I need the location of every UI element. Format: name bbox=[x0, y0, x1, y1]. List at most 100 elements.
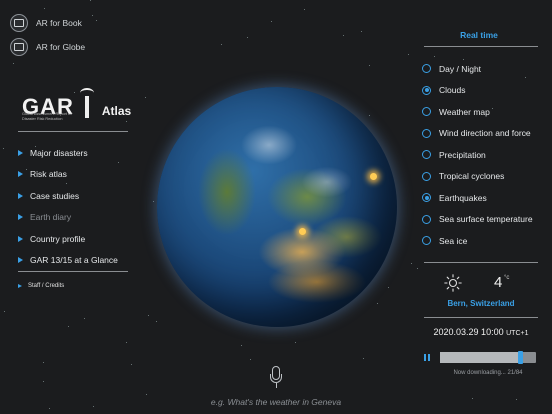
ar-for-book-button[interactable]: AR for Book bbox=[10, 14, 82, 32]
star bbox=[3, 148, 4, 149]
ar-for-globe-button[interactable]: AR for Globe bbox=[10, 38, 85, 56]
layer-option-label: Earthquakes bbox=[439, 192, 487, 203]
star bbox=[417, 268, 418, 269]
pause-icon[interactable] bbox=[424, 354, 430, 361]
layer-option-earthquakes[interactable]: Earthquakes bbox=[422, 187, 538, 209]
timeline-slider[interactable] bbox=[440, 351, 536, 364]
layer-option-day-night[interactable]: Day / Night bbox=[422, 58, 538, 80]
layer-option-label: Clouds bbox=[439, 85, 466, 96]
star bbox=[434, 56, 435, 57]
star bbox=[363, 358, 364, 359]
triangle-right-icon bbox=[18, 214, 23, 221]
download-status: Now downloading... 21/84 bbox=[453, 370, 523, 376]
star bbox=[145, 97, 146, 98]
voice-query-hint[interactable]: e.g. What's the weather in Geneva bbox=[160, 397, 392, 407]
current-datetime: 2020.03.29 10:00 UTC+1 bbox=[424, 327, 538, 337]
radio-button-icon[interactable] bbox=[422, 150, 431, 160]
menu-item-label: GAR 13/15 at a Glance bbox=[30, 255, 118, 266]
menu-item-major-disasters[interactable]: Major disasters bbox=[18, 142, 128, 164]
star bbox=[343, 35, 344, 36]
temperature-unit: °c bbox=[504, 275, 510, 281]
timezone-label: UTC+1 bbox=[506, 330, 529, 337]
star bbox=[126, 121, 127, 122]
ar-book-icon bbox=[10, 14, 28, 32]
datetime-value: 2020.03.29 10:00 bbox=[433, 327, 504, 337]
star bbox=[93, 406, 94, 407]
layer-option-label: Day / Night bbox=[439, 63, 482, 74]
menu-item-gar-at-a-glance[interactable]: GAR 13/15 at a Glance bbox=[18, 250, 128, 272]
menu-item-case-studies[interactable]: Case studies bbox=[18, 185, 128, 207]
menu-item-country-profile[interactable]: Country profile bbox=[18, 228, 128, 250]
star bbox=[241, 345, 242, 346]
menu-divider-top bbox=[18, 131, 128, 132]
sun-icon bbox=[444, 274, 462, 292]
triangle-right-icon bbox=[18, 192, 23, 199]
star bbox=[516, 399, 517, 400]
star bbox=[43, 362, 44, 363]
star bbox=[146, 394, 147, 395]
timeline-progress bbox=[440, 352, 521, 363]
ar-for-globe-label: AR for Globe bbox=[36, 42, 86, 52]
star bbox=[13, 63, 14, 64]
layer-option-label: Weather map bbox=[439, 106, 490, 117]
radio-button-icon[interactable] bbox=[422, 85, 431, 95]
star bbox=[388, 287, 389, 288]
layer-option-clouds[interactable]: Clouds bbox=[422, 80, 538, 102]
radio-button-icon[interactable] bbox=[422, 171, 431, 181]
triangle-right-icon bbox=[18, 171, 23, 178]
star bbox=[271, 21, 272, 22]
layer-option-wind-direction-and-force[interactable]: Wind direction and force bbox=[422, 123, 538, 145]
layer-option-precipitation[interactable]: Precipitation bbox=[422, 144, 538, 166]
earth-globe[interactable] bbox=[157, 87, 397, 327]
ar-for-book-label: AR for Book bbox=[36, 18, 82, 28]
star bbox=[377, 303, 378, 304]
star bbox=[411, 263, 412, 264]
layer-option-weather-map[interactable]: Weather map bbox=[422, 101, 538, 123]
layer-option-label: Wind direction and force bbox=[439, 128, 531, 139]
microphone-icon[interactable] bbox=[270, 366, 282, 394]
menu-item-label: Risk atlas bbox=[30, 169, 67, 180]
earthquake-marker[interactable] bbox=[299, 228, 306, 235]
menu-item-label: Major disasters bbox=[30, 147, 88, 158]
realtime-title: Real time bbox=[460, 30, 498, 40]
layer-option-sea-surface-temperature[interactable]: Sea surface temperature bbox=[422, 209, 538, 231]
staff-credits-link[interactable]: Staff / Credits bbox=[18, 283, 64, 289]
temperature-value: 4 bbox=[494, 274, 503, 291]
menu-item-earth-diary[interactable]: Earth diary bbox=[18, 207, 128, 229]
menu-item-label: Case studies bbox=[30, 190, 80, 201]
layer-option-label: Sea surface temperature bbox=[439, 214, 533, 225]
star bbox=[90, 0, 91, 1]
radio-button-icon[interactable] bbox=[422, 236, 431, 246]
star bbox=[96, 20, 97, 21]
star bbox=[361, 31, 362, 32]
earthquake-marker[interactable] bbox=[370, 173, 377, 180]
layer-option-sea-ice[interactable]: Sea ice bbox=[422, 230, 538, 252]
star bbox=[84, 318, 85, 319]
radio-button-icon[interactable] bbox=[422, 128, 431, 138]
triangle-right-icon bbox=[18, 149, 23, 156]
menu-divider-bottom bbox=[18, 271, 128, 272]
star bbox=[247, 37, 248, 38]
weather-divider-top bbox=[424, 262, 538, 263]
layer-option-tropical-cyclones[interactable]: Tropical cyclones bbox=[422, 166, 538, 188]
gar-atlas-logo: GAR Atlas Global Assessment Report on Di… bbox=[22, 88, 131, 121]
radio-button-icon[interactable] bbox=[422, 214, 431, 224]
radio-button-icon[interactable] bbox=[422, 107, 431, 117]
star bbox=[68, 326, 69, 327]
menu-item-risk-atlas[interactable]: Risk atlas bbox=[18, 164, 128, 186]
layer-option-label: Tropical cyclones bbox=[439, 171, 505, 182]
menu-item-label: Earth diary bbox=[30, 212, 72, 223]
radio-button-icon[interactable] bbox=[422, 193, 431, 203]
star bbox=[43, 381, 44, 382]
star bbox=[408, 54, 409, 55]
star bbox=[295, 342, 296, 343]
radio-button-icon[interactable] bbox=[422, 64, 431, 74]
triangle-right-icon bbox=[18, 235, 23, 242]
star bbox=[92, 15, 93, 16]
realtime-divider-top bbox=[424, 46, 538, 47]
weather-location[interactable]: Bern, Switzerland bbox=[424, 299, 538, 308]
menu-item-label: Country profile bbox=[30, 233, 86, 244]
timeline-handle[interactable] bbox=[518, 351, 524, 364]
weather-divider-bottom bbox=[424, 317, 538, 318]
star bbox=[250, 359, 251, 360]
